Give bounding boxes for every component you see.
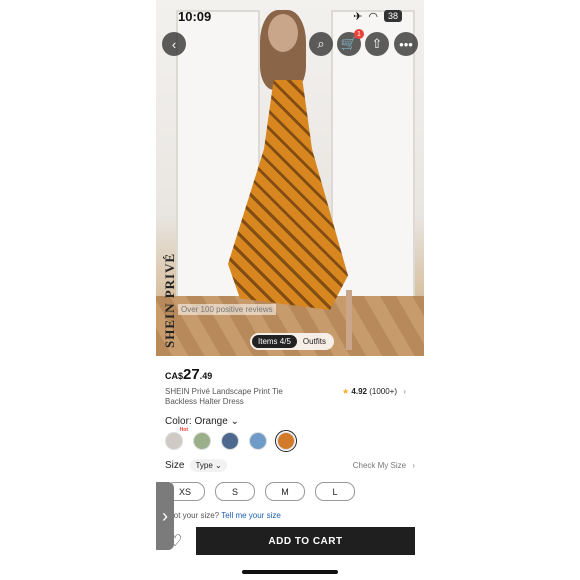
status-time: 10:09: [178, 8, 212, 24]
home-indicator: [242, 570, 338, 574]
model-leg: [346, 290, 352, 350]
status-bar: 10:09 ✈ ◠ 38: [156, 0, 424, 32]
price-main: 27: [183, 366, 200, 383]
price-currency: CA$: [165, 371, 184, 381]
photo-pills: Items 4/5 Outfits: [250, 333, 335, 350]
price-cents: .49: [199, 371, 213, 381]
share-icon: ⇧: [371, 36, 383, 51]
airplane-icon: ✈: [353, 10, 363, 23]
check-size-link[interactable]: Check My Size ›: [353, 461, 415, 470]
items-pill[interactable]: Items 4/5: [252, 335, 297, 348]
tell-me-size-link[interactable]: Tell me your size: [221, 511, 281, 520]
price: CA$27.49: [165, 366, 212, 384]
brand-watermark: SHEIN PRIVÉ: [162, 252, 177, 348]
back-button[interactable]: ‹: [162, 32, 186, 56]
type-label: Type: [195, 461, 213, 470]
add-to-cart-button[interactable]: ADD TO CART: [196, 527, 415, 555]
star-icon: ★: [342, 387, 350, 396]
chevron-down-icon: ⌄: [215, 461, 222, 470]
size-options: XS S M L: [165, 482, 355, 501]
color-swatches: Hot: [165, 427, 297, 452]
side-tab[interactable]: ›: [156, 482, 174, 550]
more-button[interactable]: •••: [394, 32, 418, 56]
not-your-size: Not your size? Tell me your size: [168, 511, 281, 520]
chevron-right-icon: ›: [412, 461, 415, 470]
type-dropdown[interactable]: Type ⌄: [190, 459, 227, 472]
swatch-4[interactable]: [249, 432, 267, 450]
rating-count: (1000+): [369, 387, 398, 396]
size-l[interactable]: L: [315, 482, 355, 501]
swatch-orange-selected[interactable]: [275, 430, 297, 452]
wifi-icon: ◠: [368, 10, 378, 23]
bottom-bar: ♡ ADD TO CART: [156, 525, 424, 557]
cart-icon: 🛒: [340, 36, 358, 51]
search-icon: ⌕: [317, 36, 325, 51]
color-selector[interactable]: Color: Orange ⌄: [165, 416, 239, 427]
chevron-right-icon: ›: [403, 387, 406, 396]
size-label: Size: [165, 460, 185, 471]
share-button[interactable]: ⇧: [365, 32, 389, 56]
rating-value: 4.92: [351, 387, 367, 396]
size-m[interactable]: M: [265, 482, 305, 501]
hot-badge: Hot: [179, 427, 188, 433]
outfits-pill[interactable]: Outfits: [297, 335, 332, 348]
swatch-2[interactable]: [193, 432, 211, 450]
size-s[interactable]: S: [215, 482, 255, 501]
check-size-label: Check My Size: [352, 461, 407, 470]
chevron-right-icon: ›: [162, 505, 168, 526]
battery-icon: 38: [383, 10, 402, 22]
status-icons: ✈ ◠ 38: [353, 10, 402, 23]
search-button[interactable]: ⌕: [309, 32, 333, 56]
product-title: SHEIN Privé Landscape Print Tie Backless…: [165, 387, 283, 406]
product-page: SHEIN PRIVÉ Over 100 positive reviews It…: [156, 0, 424, 580]
cart-button[interactable]: 🛒 1: [337, 29, 364, 56]
more-icon: •••: [399, 36, 413, 52]
cart-badge: 1: [354, 29, 364, 39]
swatch-3[interactable]: [221, 432, 239, 450]
chevron-left-icon: ‹: [171, 36, 177, 52]
color-label: Color: Orange: [165, 416, 228, 427]
size-row: Size Type ⌄ Check My Size ›: [165, 459, 415, 472]
chevron-down-icon: ⌄: [230, 416, 239, 427]
reviews-note: Over 100 positive reviews: [178, 304, 276, 315]
swatch-1[interactable]: Hot: [165, 427, 188, 450]
rating[interactable]: ★ 4.92 (1000+) ›: [342, 387, 406, 396]
not-size-text: Not your size?: [168, 511, 220, 520]
